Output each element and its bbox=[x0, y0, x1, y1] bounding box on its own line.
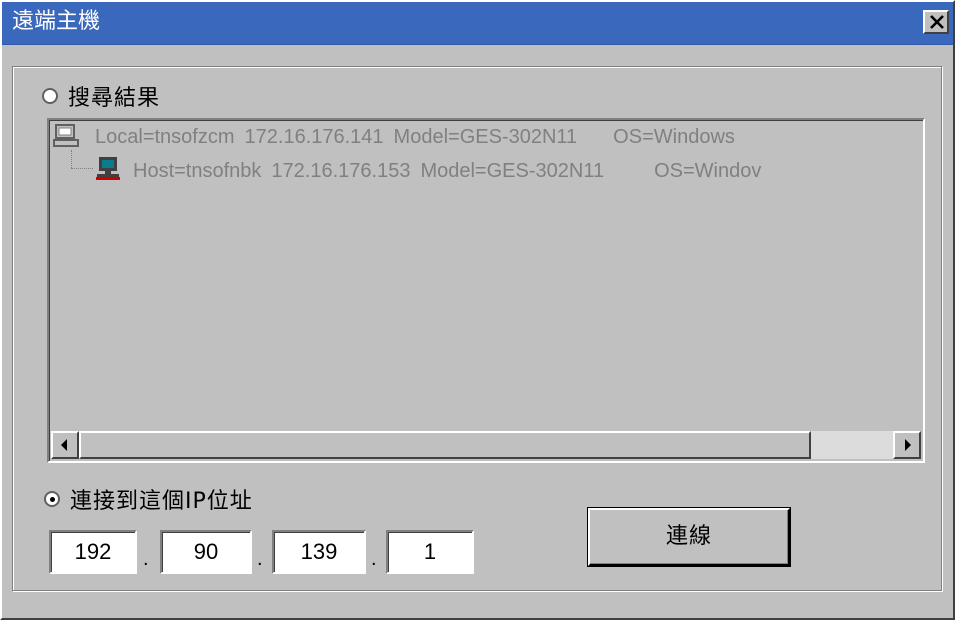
ip-octet-4-input[interactable]: 1 bbox=[386, 530, 474, 574]
close-icon bbox=[930, 15, 944, 29]
tree-connector bbox=[71, 168, 93, 169]
scroll-thumb[interactable] bbox=[79, 431, 811, 459]
local-host-ip: 172.16.176.141 bbox=[244, 126, 384, 148]
remote-host-name: Host=tnsofnbk bbox=[133, 160, 262, 182]
direct-ip-radio[interactable] bbox=[44, 491, 60, 507]
search-results-label: 搜尋結果 bbox=[68, 86, 161, 111]
connect-button[interactable]: 連線 bbox=[587, 507, 791, 567]
direct-ip-option[interactable]: 連接到這個IP位址 bbox=[44, 483, 253, 515]
remote-host-ip: 172.16.176.153 bbox=[271, 160, 411, 182]
horizontal-scrollbar[interactable] bbox=[51, 431, 921, 459]
direct-ip-label: 連接到這個IP位址 bbox=[70, 489, 253, 514]
tree-item-local[interactable]: Local=tnsofzcm 172.16.176.141 Model=GES-30… bbox=[95, 126, 745, 149]
window-title: 遠端主機 bbox=[12, 9, 101, 34]
search-results-option[interactable]: 搜尋結果 bbox=[42, 80, 160, 112]
local-host-name: Local=tnsofzcm bbox=[95, 126, 235, 148]
ip-separator: . bbox=[143, 548, 149, 570]
ip-octet-2-input[interactable]: 90 bbox=[160, 530, 252, 574]
search-results-tree[interactable]: Local=tnsofzcm 172.16.176.141 Model=GES-30… bbox=[47, 118, 925, 463]
title-bar[interactable]: 遠端主機 bbox=[2, 2, 953, 45]
local-host-os: OS=Windows bbox=[613, 126, 735, 148]
tree-connector bbox=[71, 150, 72, 168]
scroll-left-button[interactable] bbox=[51, 431, 79, 459]
scroll-right-button[interactable] bbox=[893, 431, 921, 459]
tree-item-host[interactable]: Host=tnsofnbk 172.16.176.153 Model=GES-302… bbox=[133, 160, 771, 183]
local-computer-icon bbox=[53, 124, 79, 147]
search-results-radio[interactable] bbox=[42, 88, 58, 104]
scroll-track[interactable] bbox=[811, 431, 893, 459]
arrow-right-icon bbox=[905, 439, 911, 451]
arrow-left-icon bbox=[61, 439, 67, 451]
remote-host-dialog: 遠端主機 搜尋結果 Local=tnsofzcm 172.16.176.141 Mo… bbox=[0, 0, 955, 620]
ip-separator: . bbox=[371, 548, 377, 570]
ip-separator: . bbox=[257, 548, 263, 570]
host-computer-icon bbox=[96, 157, 120, 180]
local-host-model: Model=GES-302N11 bbox=[393, 126, 578, 148]
ip-octet-3-input[interactable]: 139 bbox=[272, 530, 366, 574]
remote-host-os: OS=Windov bbox=[654, 160, 762, 182]
remote-host-model: Model=GES-302N11 bbox=[420, 160, 605, 182]
ip-octet-1-input[interactable]: 192 bbox=[49, 530, 137, 574]
close-button[interactable] bbox=[923, 10, 949, 34]
